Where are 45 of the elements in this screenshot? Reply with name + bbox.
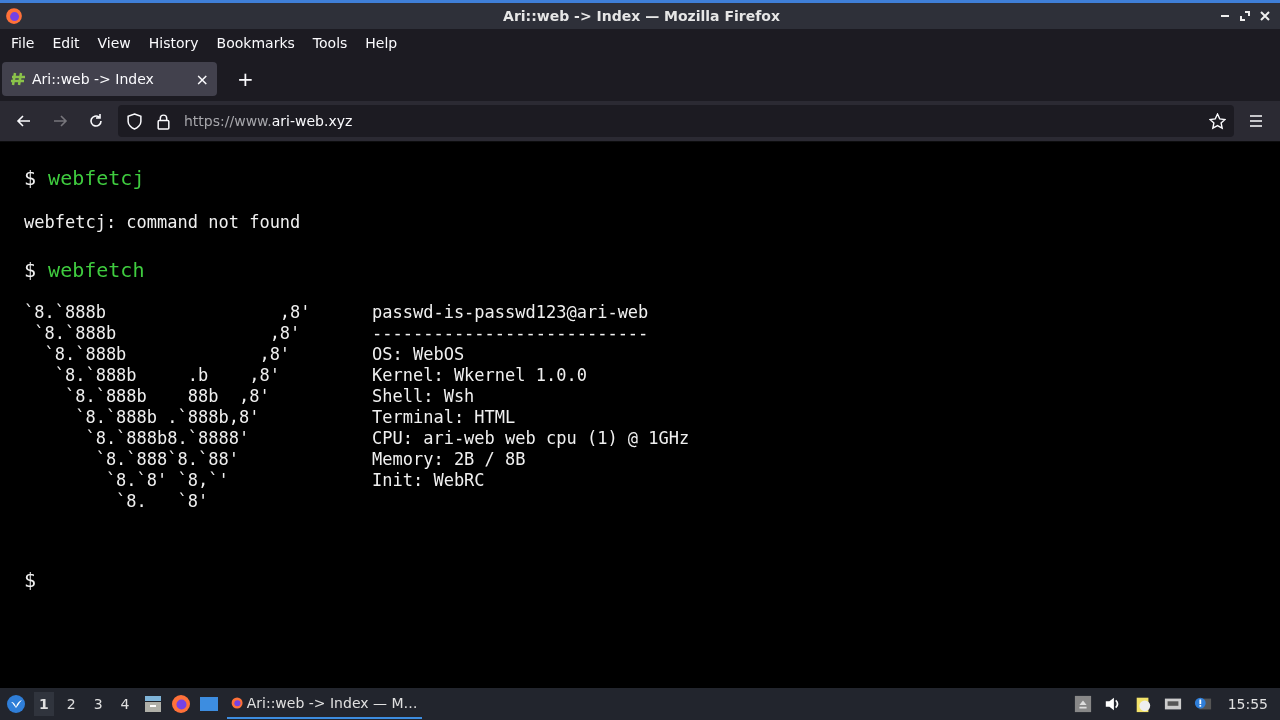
output-line: webfetcj: command not found: [24, 211, 302, 234]
prompt: $: [24, 567, 38, 594]
info-line: Kernel: Wkernel 1.0.0: [372, 365, 588, 386]
command-line: $ webfetcj: [24, 165, 146, 192]
menu-item[interactable]: Tools: [303, 35, 357, 51]
info-line: Init: WebRC: [372, 470, 486, 491]
info-line: CPU: ari-web web cpu (1) @ 1GHz: [372, 428, 690, 449]
info-line: OS: WebOS: [372, 344, 466, 365]
workspace-button[interactable]: 4: [115, 692, 135, 716]
menu-item[interactable]: History: [139, 35, 208, 51]
firefox-icon: [5, 7, 23, 25]
info-line: Shell: Wsh: [372, 386, 476, 407]
url-text: https://www.ari-web.xyz: [184, 113, 353, 129]
browser-tab[interactable]: Ari::web -> Index ×: [2, 62, 217, 96]
command-line: $ webfetch: [24, 257, 146, 284]
start-menu-icon[interactable]: [6, 694, 26, 714]
maximize-icon[interactable]: [1240, 11, 1250, 21]
workspace-button[interactable]: 1: [34, 692, 54, 716]
desktop-icon[interactable]: [198, 694, 219, 714]
star-icon[interactable]: [1209, 112, 1226, 130]
tab-close-button[interactable]: ×: [195, 69, 209, 89]
info-line: Terminal: HTML: [372, 407, 517, 428]
taskbar-task[interactable]: Ari::web -> Index — M…: [226, 689, 422, 719]
workspace-button[interactable]: 3: [88, 692, 108, 716]
new-tab-button[interactable]: +: [237, 67, 254, 91]
shield-icon: [126, 112, 143, 130]
lock-icon: [155, 112, 172, 130]
menu-item[interactable]: View: [88, 35, 140, 51]
workspace-button[interactable]: 2: [61, 692, 81, 716]
info-line: passwd-is-passwd123@ari-web: [372, 302, 650, 323]
ascii-art-logo: `8.`888b ,8' `8.`888b ,8' `8.`888b ,8' `8.`888b .b ,8' `8.`888b 88b ,8' `8.`888b .`888b,8' `8.`888b8.`8888' `8.`888`8.`88' `8.`8' `8,`' `8. `8': [24, 302, 312, 512]
menu-item[interactable]: Help: [356, 35, 407, 51]
eject-icon[interactable]: [1073, 695, 1092, 713]
menu-item[interactable]: Edit: [43, 35, 89, 51]
file-cabinet-icon[interactable]: [142, 694, 163, 714]
clock: 15:55: [1227, 696, 1268, 712]
info-line: ---------------------------: [372, 323, 650, 344]
window-title: Ari::web -> Index — Mozilla Firefox: [502, 8, 780, 24]
hash-icon: [10, 71, 26, 87]
menu-item[interactable]: File: [2, 35, 44, 51]
firefox-icon[interactable]: [170, 694, 191, 714]
menu-item[interactable]: Bookmarks: [207, 35, 304, 51]
address-bar[interactable]: https://www.ari-web.xyz: [118, 105, 1234, 137]
close-icon[interactable]: [1260, 11, 1270, 21]
info-line: Memory: 2B / 8B: [372, 449, 527, 470]
